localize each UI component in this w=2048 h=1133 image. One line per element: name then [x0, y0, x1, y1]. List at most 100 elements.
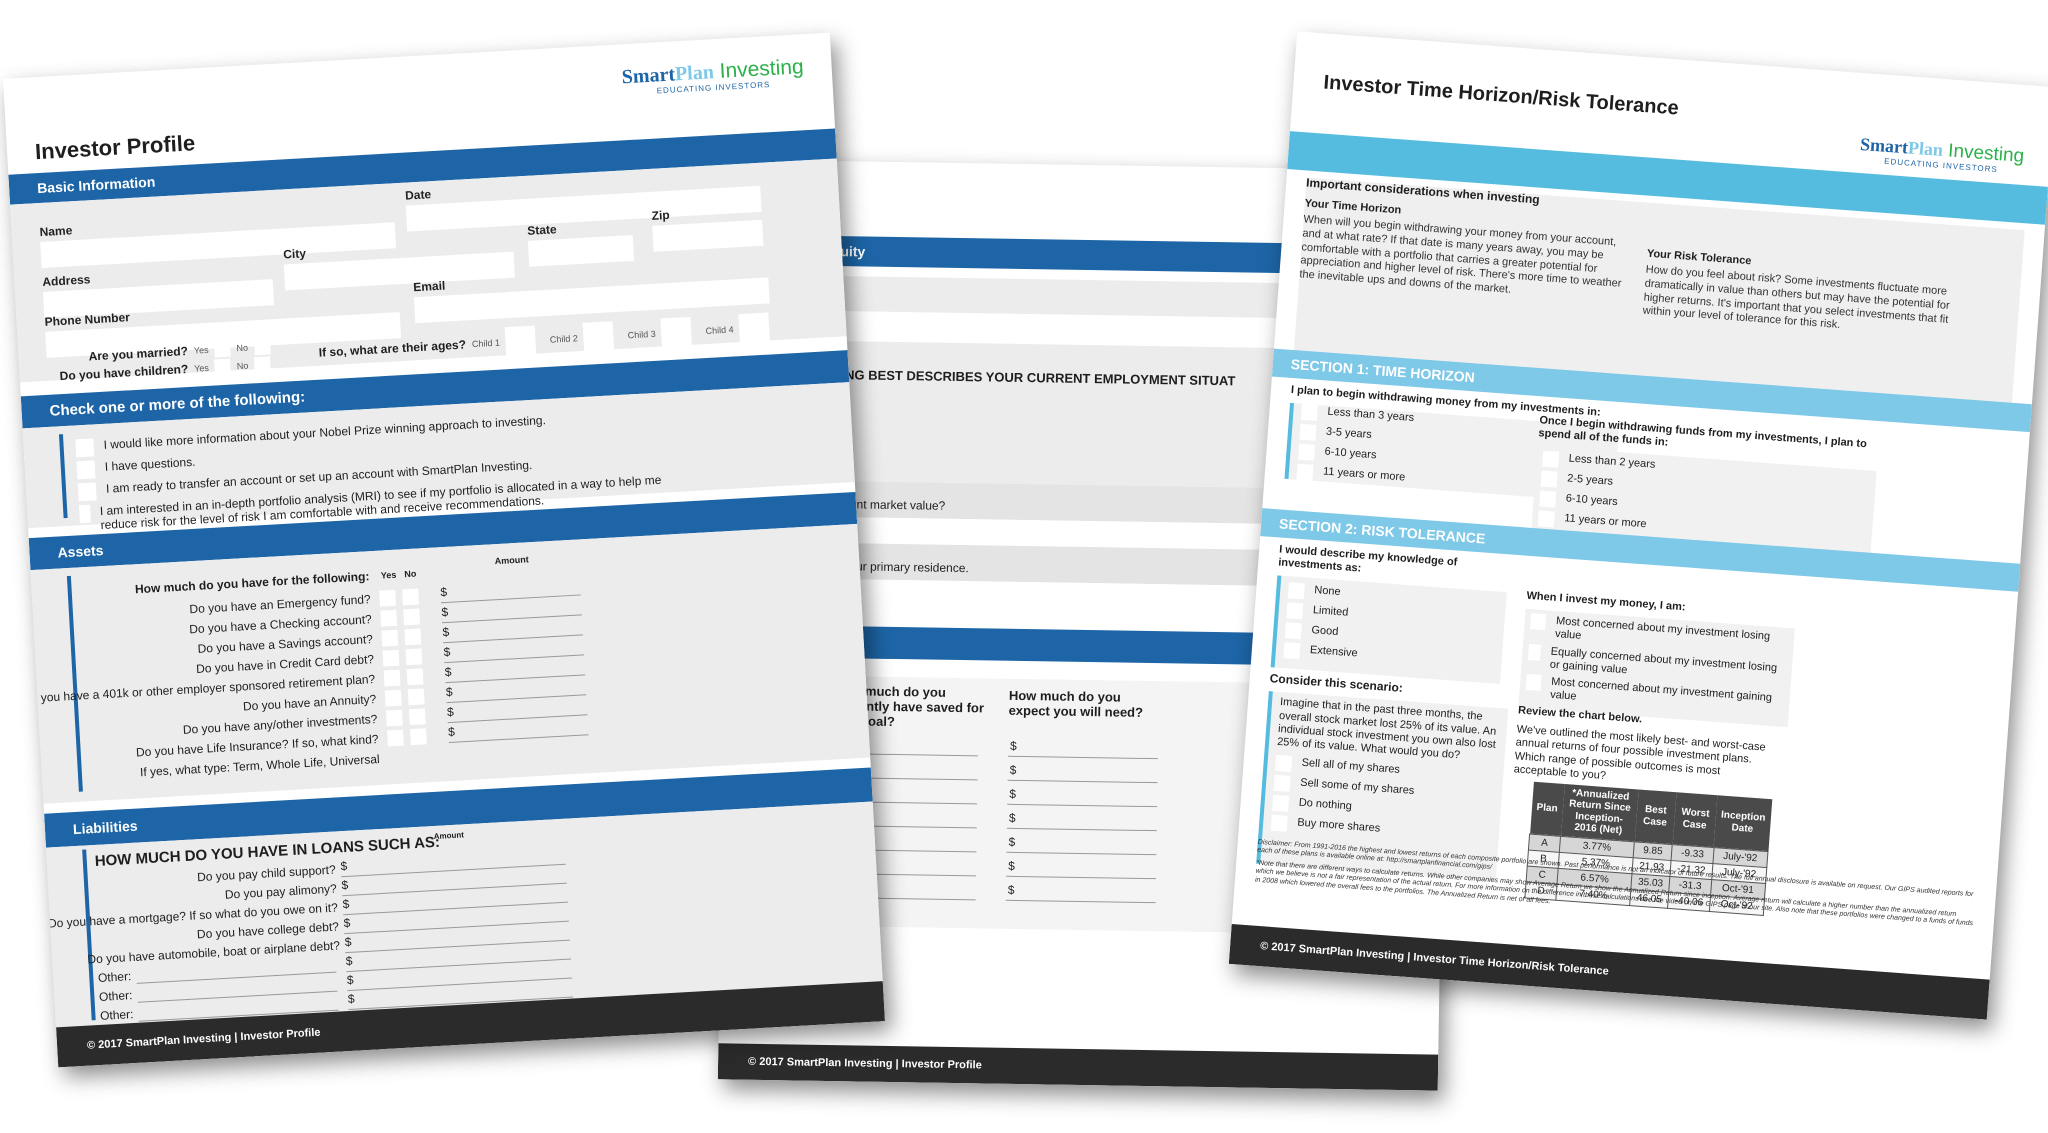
asset-no-checkbox[interactable]	[403, 608, 421, 626]
checkbox[interactable]	[77, 482, 97, 502]
checkbox[interactable]	[1540, 470, 1558, 489]
yes-label: Yes	[193, 362, 210, 374]
other-label: Other:	[97, 969, 132, 985]
brand-logo: SmartPlan Investing EDUCATING INVESTORS	[621, 55, 805, 97]
risk-tolerance-info: Your Risk Tolerance How do you feel abou…	[1642, 248, 1976, 343]
currency-symbol: $	[343, 915, 351, 931]
asset-no-checkbox[interactable]	[408, 708, 426, 726]
needed-amount-input[interactable]: $	[1006, 810, 1158, 832]
asset-yes-checkbox[interactable]	[379, 589, 397, 607]
asset-yes-checkbox[interactable]	[382, 649, 400, 667]
checkbox[interactable]	[1525, 673, 1542, 691]
no-label: No	[236, 360, 249, 372]
state-input[interactable]	[527, 234, 635, 267]
currency-symbol: $	[347, 991, 355, 1007]
married-yes-checkbox[interactable]	[214, 340, 231, 358]
checkbox[interactable]	[1270, 814, 1288, 832]
asset-yes-checkbox[interactable]	[385, 709, 403, 727]
risk-tolerance-page: Investor Time Horizon/Risk Tolerance Sma…	[1228, 31, 2048, 1020]
currency-symbol: $	[441, 604, 449, 620]
checkbox[interactable]	[1527, 643, 1542, 661]
currency-symbol: $	[1008, 834, 1016, 849]
children-no-checkbox[interactable]	[253, 356, 271, 374]
footer-text: © 2017 SmartPlan Investing | Investor Pr…	[748, 1055, 982, 1072]
currency-symbol: $	[1009, 762, 1017, 777]
option-label: 11 years or more	[1563, 512, 1647, 531]
need-column-header: How much do you expect you will need?	[1008, 687, 1144, 720]
currency-symbol: $	[446, 704, 455, 720]
option-label: 11 years or more	[1322, 465, 1406, 484]
checkbox[interactable]	[1539, 490, 1557, 508]
checkbox[interactable]	[78, 504, 91, 524]
checkbox[interactable]	[1300, 403, 1318, 422]
plan-a-checkbox[interactable]	[1508, 822, 1526, 840]
section-title: SECTION 2: RISK TOLERANCE	[1278, 515, 1486, 547]
asset-no-checkbox[interactable]	[405, 648, 423, 666]
checkbox[interactable]	[1286, 602, 1304, 620]
needed-amount-input[interactable]: $	[1007, 786, 1158, 808]
married-no-checkbox[interactable]	[253, 338, 271, 356]
asset-yes-checkbox[interactable]	[384, 689, 402, 707]
currency-symbol: $	[342, 896, 350, 912]
needed-amount-input[interactable]: $	[1007, 762, 1158, 784]
currency-symbol: $	[445, 684, 454, 700]
currency-symbol: $	[443, 644, 451, 660]
child-3-age-input[interactable]	[660, 316, 693, 349]
assets-section: How much do you have for the following: …	[22, 523, 871, 804]
checkbox[interactable]	[76, 460, 96, 480]
scenario-text: Imagine that in the past three months, t…	[1276, 696, 1497, 762]
zip-input[interactable]	[652, 219, 764, 252]
checkbox[interactable]	[1283, 642, 1301, 660]
logo-smart: Smart	[621, 63, 676, 89]
asset-no-checkbox[interactable]	[406, 668, 424, 686]
checkbox[interactable]	[1273, 774, 1291, 793]
checkbox[interactable]	[1296, 463, 1314, 481]
option-label: None	[1313, 584, 1342, 599]
needed-amount-input[interactable]: $	[1006, 858, 1157, 880]
currency-symbol: $	[442, 624, 450, 640]
column-header: Worst Case	[1672, 792, 1718, 848]
checkbox[interactable]	[75, 438, 95, 458]
option-label: 2-5 years	[1566, 472, 1614, 489]
children-yes-checkbox[interactable]	[214, 358, 232, 376]
option-label: Buy more shares	[1296, 816, 1381, 835]
checkbox[interactable]	[1537, 510, 1555, 528]
currency-symbol: $	[1008, 810, 1016, 825]
option-label: Less than 3 years	[1327, 405, 1415, 425]
other-label: Other:	[99, 1007, 134, 1023]
asset-yes-checkbox[interactable]	[383, 669, 401, 687]
option-label: Limited	[1312, 604, 1349, 620]
child-label: Child 3	[627, 328, 656, 341]
yes-column-header: Yes	[380, 569, 397, 581]
currency-symbol: $	[439, 584, 448, 600]
married-label: Are you married?	[88, 343, 189, 364]
child-1-age-input[interactable]	[505, 325, 537, 358]
child-2-age-input[interactable]	[582, 321, 615, 353]
checkbox[interactable]	[1272, 794, 1290, 812]
asset-no-checkbox[interactable]	[402, 588, 420, 606]
checkbox[interactable]	[1530, 613, 1547, 631]
asset-yes-checkbox[interactable]	[381, 629, 399, 647]
checkbox[interactable]	[1275, 754, 1293, 773]
asset-no-checkbox[interactable]	[409, 728, 427, 746]
asset-no-checkbox[interactable]	[407, 688, 425, 706]
checkbox[interactable]	[1299, 423, 1317, 442]
currency-symbol: $	[447, 724, 456, 740]
needed-amount-input[interactable]: $	[1005, 882, 1156, 904]
needed-amount-input[interactable]: $	[1007, 738, 1159, 760]
page-title: Investor Profile	[34, 130, 196, 165]
plan-b-checkbox[interactable]	[1507, 841, 1525, 859]
logo-plan: Plan	[674, 61, 715, 86]
checkbox[interactable]	[1542, 450, 1560, 469]
column-header: Inception Date	[1713, 795, 1772, 852]
checkbox[interactable]	[1297, 443, 1316, 461]
checkbox[interactable]	[1284, 622, 1302, 640]
child-4-age-input[interactable]	[738, 312, 771, 345]
asset-yes-checkbox[interactable]	[380, 609, 398, 627]
asset-yes-checkbox[interactable]	[386, 729, 404, 747]
liabilities-list: HOW MUCH DO YOU HAVE IN LOANS SUCH AS: A…	[48, 813, 733, 1023]
needed-amount-input[interactable]: $	[1006, 834, 1157, 856]
no-label: No	[236, 342, 249, 354]
checkbox[interactable]	[1287, 582, 1305, 600]
asset-no-checkbox[interactable]	[404, 628, 422, 646]
